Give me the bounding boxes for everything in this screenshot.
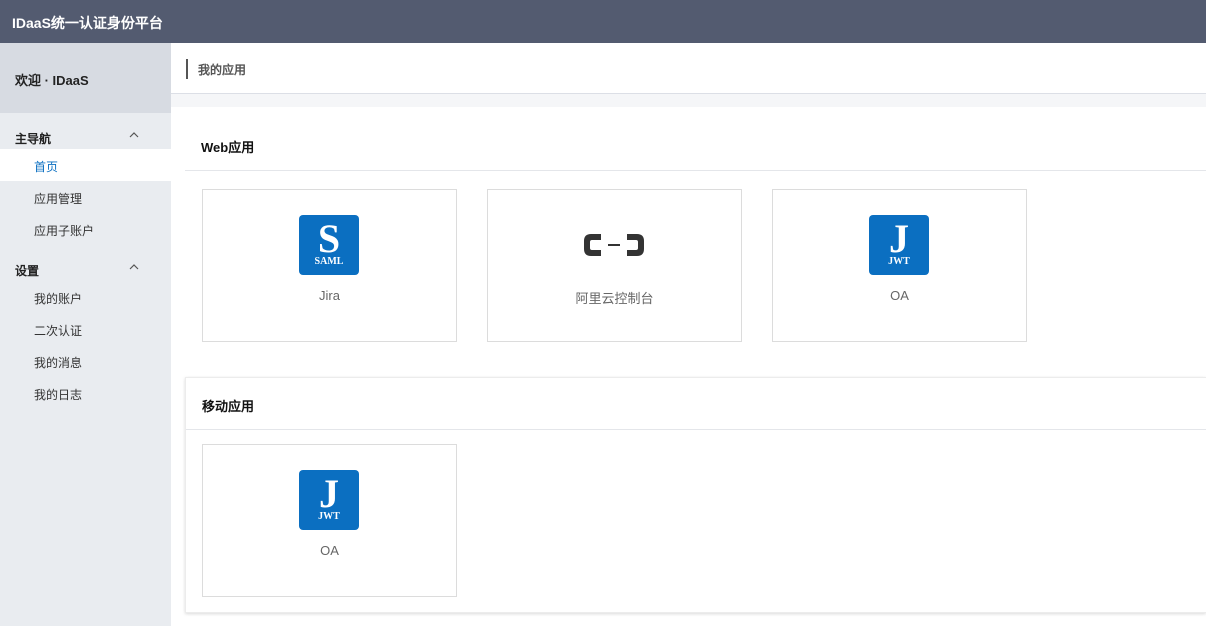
web-apps-section: Web应用 S SAML Jira 阿里云控制台 J JWT OA: [185, 119, 1206, 349]
sidebar-item-my-logs[interactable]: 我的日志: [0, 377, 171, 409]
chevron-up-icon[interactable]: [127, 260, 141, 274]
top-bar: IDaaS统一认证身份平台: [0, 0, 1206, 43]
sidebar-item-label: 首页: [34, 160, 59, 174]
breadcrumb: 我的应用: [171, 43, 1206, 94]
sidebar-item-label: 应用子账户: [34, 224, 95, 238]
app-name: OA: [320, 543, 339, 558]
nav-group-main[interactable]: 主导航: [0, 125, 171, 149]
sidebar-item-app-sub-accounts[interactable]: 应用子账户: [0, 213, 171, 245]
sidebar-item-my-account[interactable]: 我的账户: [0, 281, 171, 313]
breadcrumb-text: 我的应用: [198, 63, 247, 77]
aliyun-logo-icon: [584, 215, 644, 275]
breadcrumb-marker: [186, 59, 188, 79]
nav-group-settings[interactable]: 设置: [0, 257, 171, 281]
saml-icon: S SAML: [299, 215, 359, 275]
sidebar-item-label: 我的消息: [34, 356, 83, 370]
sidebar-item-my-messages[interactable]: 我的消息: [0, 345, 171, 377]
nav-group-label: 主导航: [15, 132, 52, 146]
app-card-oa-mobile[interactable]: J JWT OA: [202, 444, 457, 597]
sidebar-item-home[interactable]: 首页: [0, 149, 171, 181]
app-card-oa[interactable]: J JWT OA: [772, 189, 1027, 342]
sidebar-item-two-factor[interactable]: 二次认证: [0, 313, 171, 345]
app-name: 阿里云控制台: [575, 291, 654, 306]
app-name: Jira: [319, 288, 340, 303]
welcome-panel: 欢迎 · IDaaS: [0, 43, 171, 113]
nav-group-label: 设置: [15, 264, 40, 278]
app-card-aliyun-console[interactable]: 阿里云控制台: [487, 189, 742, 342]
app-card-jira[interactable]: S SAML Jira: [202, 189, 457, 342]
chevron-up-icon[interactable]: [127, 128, 141, 142]
sidebar-item-app-management[interactable]: 应用管理: [0, 181, 171, 213]
content-panel: Web应用 S SAML Jira 阿里云控制台 J JWT OA 移动应用 J…: [171, 107, 1206, 626]
section-title: 移动应用: [202, 399, 255, 414]
section-title: Web应用: [201, 140, 255, 155]
sidebar-item-label: 我的账户: [34, 292, 83, 306]
sidebar: 欢迎 · IDaaS 主导航 首页 应用管理 应用子账户 设置 我的账户 二次认…: [0, 43, 171, 626]
section-header: 移动应用: [186, 378, 1206, 430]
sidebar-item-label: 二次认证: [34, 324, 83, 338]
sidebar-item-label: 应用管理: [34, 192, 83, 206]
app-title: IDaaS统一认证身份平台: [12, 15, 163, 31]
main-area: 我的应用 Web应用 S SAML Jira 阿里云控制台 J JWT OA 移…: [171, 43, 1206, 626]
jwt-icon: J JWT: [869, 215, 929, 275]
section-header: Web应用: [185, 119, 1206, 171]
mobile-apps-section: 移动应用 J JWT OA: [185, 377, 1206, 613]
sidebar-item-label: 我的日志: [34, 388, 83, 402]
app-name: OA: [890, 288, 909, 303]
welcome-text: 欢迎 · IDaaS: [15, 73, 89, 88]
jwt-icon: J JWT: [299, 470, 359, 530]
